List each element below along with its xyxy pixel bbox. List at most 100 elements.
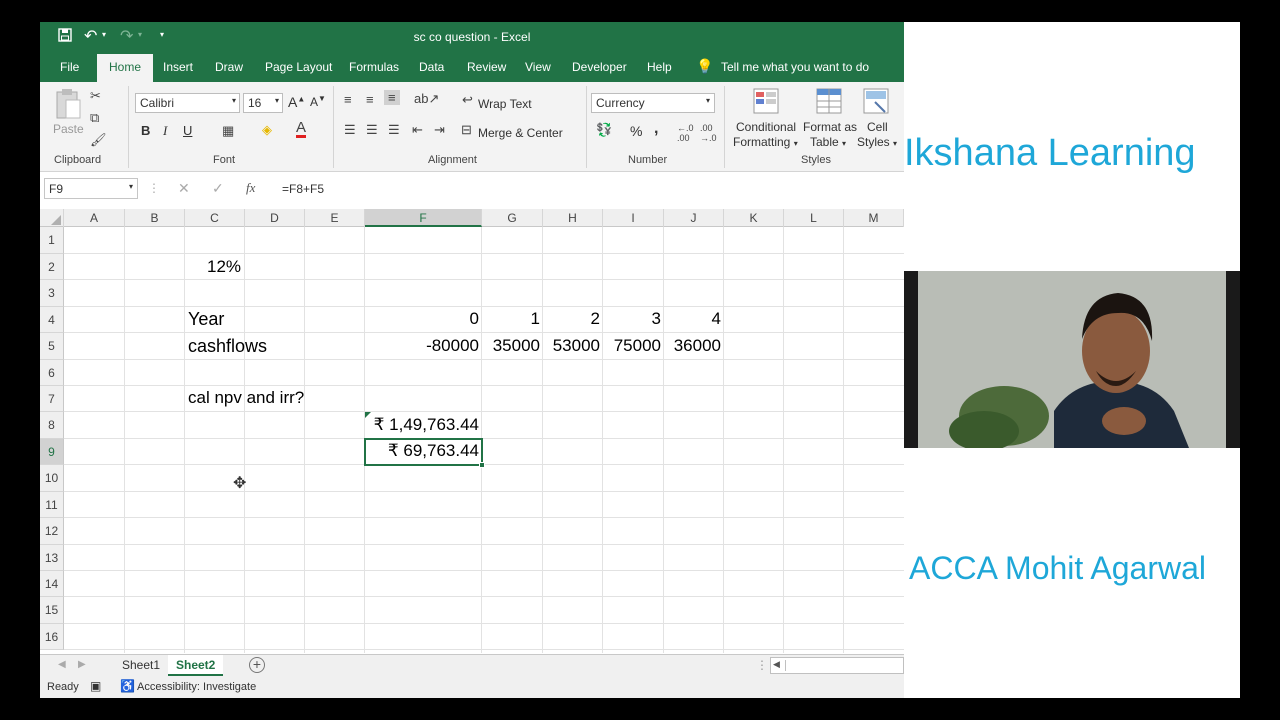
align-bottom-icon[interactable]: ≡ [384,90,400,105]
column-header-g[interactable]: G [482,209,543,227]
underline-button[interactable]: U [183,123,192,138]
column-header-b[interactable]: B [125,209,185,227]
increase-decimal-icon[interactable]: ←.0.00 [677,123,694,143]
fill-handle[interactable] [479,462,485,468]
align-middle-icon[interactable]: ≡ [366,92,374,107]
cell-c2[interactable]: 12% [207,257,241,277]
formula-bar-options-icon[interactable]: ⋮ [148,181,160,195]
cell-i4[interactable]: 3 [603,309,661,329]
decrease-indent-icon[interactable]: ⇤ [412,122,423,138]
column-header-k[interactable]: K [724,209,784,227]
paste-button[interactable]: Paste [53,122,84,136]
row-header-3[interactable]: 3 [40,280,64,307]
column-header-a[interactable]: A [64,209,125,227]
tab-view[interactable]: View [525,60,551,74]
enter-icon[interactable]: ✓ [212,180,224,197]
row-header-11[interactable]: 11 [40,492,64,518]
cancel-icon[interactable]: ✕ [178,180,190,197]
format-painter-icon[interactable]: 🖌 [90,132,107,148]
increase-font-icon[interactable]: A▲ [288,94,305,110]
tab-data[interactable]: Data [419,60,444,74]
row-header-13[interactable]: 13 [40,545,64,571]
tab-home[interactable]: Home [97,54,154,82]
accounting-format-icon[interactable]: 💱 [596,122,612,138]
cell-j5[interactable]: 36000 [664,336,721,356]
cell-i5[interactable]: 75000 [603,336,661,356]
cell-g4[interactable]: 1 [482,309,540,329]
format-as-table-icon[interactable] [816,88,842,117]
align-right-icon[interactable]: ☰ [388,122,400,138]
cut-icon[interactable]: ✂ [90,88,101,104]
column-header-i[interactable]: I [603,209,664,227]
macro-record-icon[interactable]: ▣ [90,679,101,693]
row-header-9[interactable]: 9 [40,439,64,465]
column-header-j[interactable]: J [664,209,724,227]
row-header-15[interactable]: 15 [40,597,64,624]
row-header-10[interactable]: 10 [40,465,64,492]
fill-color-icon[interactable]: ◈ [262,122,272,138]
cell-c7[interactable]: cal npv and irr? [188,388,304,408]
increase-indent-icon[interactable]: ⇥ [434,122,445,138]
row-header-8[interactable]: 8 [40,412,64,439]
align-left-icon[interactable]: ☰ [344,122,356,138]
column-header-h[interactable]: H [543,209,603,227]
conditional-formatting-button-line2[interactable]: Formatting ▾ [733,135,798,149]
column-header-m[interactable]: M [844,209,904,227]
column-header-c[interactable]: C [185,209,245,227]
tab-review[interactable]: Review [467,60,506,74]
cell-g5[interactable]: 35000 [482,336,540,356]
format-as-table-button-line2[interactable]: Table ▾ [810,135,846,149]
tab-draw[interactable]: Draw [215,60,243,74]
row-header-16[interactable]: 16 [40,624,64,650]
merge-center-button[interactable]: Merge & Center [478,126,563,140]
conditional-formatting-icon[interactable] [753,88,779,117]
decrease-font-icon[interactable]: A▼ [310,94,326,109]
cell-styles-button-line2[interactable]: Styles ▾ [857,135,897,149]
cell-h4[interactable]: 2 [543,309,600,329]
tab-insert[interactable]: Insert [163,60,193,74]
bold-button[interactable]: B [141,123,150,138]
row-header-6[interactable]: 6 [40,360,64,386]
cell-styles-icon[interactable] [863,88,889,117]
formula-input[interactable]: =F8+F5 [282,182,324,196]
cell-j4[interactable]: 4 [664,309,721,329]
sheet-tab-sheet2[interactable]: Sheet2 [168,655,224,676]
row-header-12[interactable]: 12 [40,518,64,545]
font-name-select[interactable]: Calibri ▾ [135,93,240,113]
tab-file[interactable]: File [60,60,79,74]
add-sheet-icon[interactable]: + [249,657,265,673]
cell-c4[interactable]: Year [188,309,224,330]
cell-styles-button[interactable]: Cell [867,120,888,134]
row-header-14[interactable]: 14 [40,571,64,597]
align-center-icon[interactable]: ☰ [366,122,378,138]
column-header-f[interactable]: F [365,209,482,227]
paste-icon[interactable] [54,88,82,123]
select-all-corner[interactable] [40,209,64,227]
tell-me-box[interactable]: Tell me what you want to do [721,60,869,74]
wrap-text-button[interactable]: Wrap Text [478,97,532,111]
conditional-formatting-button[interactable]: Conditional [736,120,796,134]
column-header-e[interactable]: E [305,209,365,227]
font-color-icon[interactable]: A [296,120,307,138]
cell-f8[interactable]: ₹ 1,49,763.44 [365,415,479,435]
insert-function-icon[interactable]: fx [246,180,255,196]
horizontal-scrollbar[interactable]: ◀ [770,657,904,674]
align-top-icon[interactable]: ≡ [344,92,352,107]
format-as-table-button[interactable]: Format as [803,120,857,134]
merge-center-icon[interactable]: ⊟ [461,122,472,138]
copy-icon[interactable]: ⧉ [90,110,99,126]
accessibility-icon[interactable]: ♿ [120,679,135,693]
font-size-select[interactable]: 16 ▾ [243,93,283,113]
tab-split-icon[interactable]: ⋮ [756,658,768,672]
percent-style-button[interactable]: % [630,123,642,139]
cell-f5[interactable]: -80000 [365,336,479,356]
sheet-next-icon[interactable]: ▶ [78,659,86,670]
sheet-prev-icon[interactable]: ◀ [58,659,66,670]
name-box[interactable]: F9 ▾ [44,178,138,199]
orientation-icon[interactable]: ab↗ [414,91,439,107]
tab-help[interactable]: Help [647,60,672,74]
row-header-7[interactable]: 7 [40,386,64,412]
cell-f4[interactable]: 0 [365,309,479,329]
borders-icon[interactable]: ▦ [222,123,234,139]
row-header-1[interactable]: 1 [40,227,64,254]
